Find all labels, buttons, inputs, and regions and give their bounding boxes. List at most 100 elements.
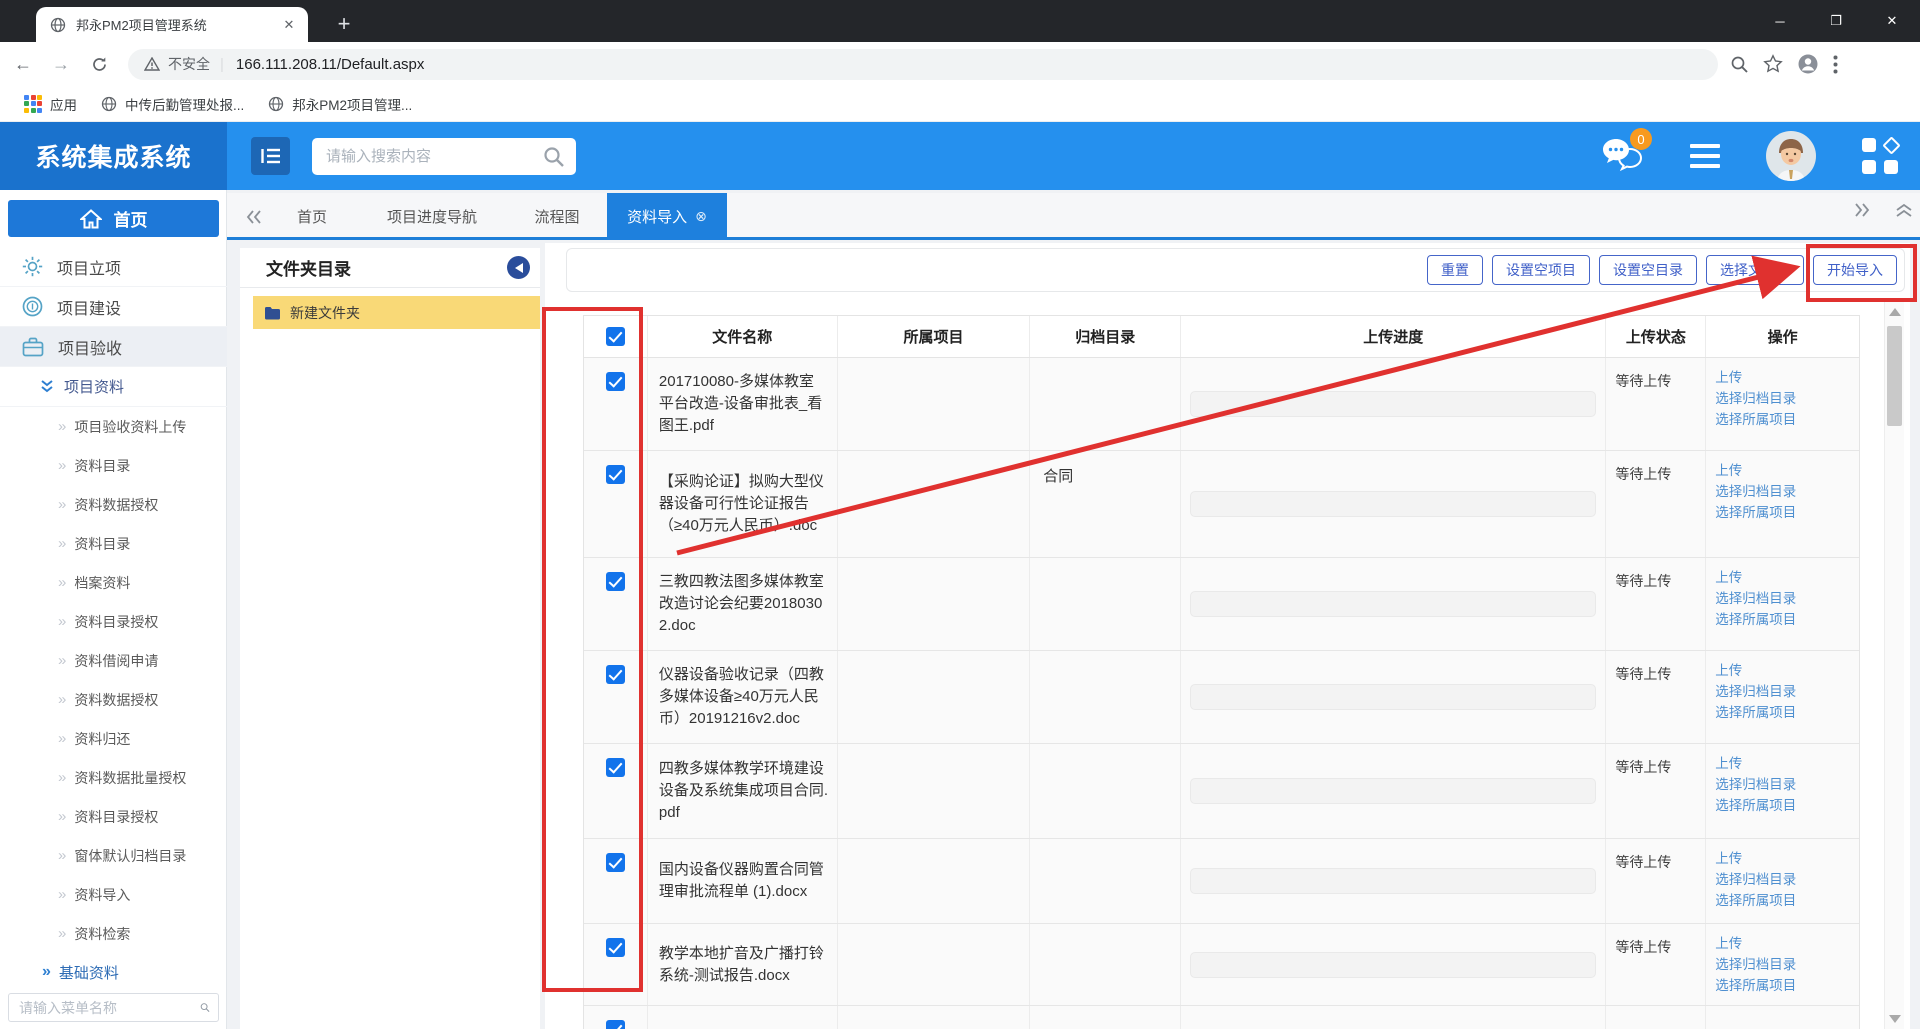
search-icon[interactable] [542, 145, 566, 169]
upload-link[interactable]: 上传 [1715, 755, 1859, 773]
scroll-up-arrow-icon[interactable] [1889, 308, 1901, 316]
sidebar-sub-item[interactable]: »资料归还 [0, 719, 227, 758]
choose-archive-dir-link[interactable]: 选择归档目录 [1715, 683, 1859, 701]
select-all-checkbox[interactable] [606, 327, 625, 346]
bookmark-star-icon[interactable] [1763, 54, 1783, 74]
zoom-icon[interactable] [1730, 55, 1749, 74]
back-icon[interactable]: ← [8, 49, 38, 79]
choose-archive-dir-link[interactable]: 选择归档目录 [1715, 483, 1859, 501]
refresh-icon[interactable] [84, 49, 114, 79]
collapse-up-icon[interactable] [1896, 203, 1912, 217]
row-checkbox[interactable] [606, 665, 625, 684]
sidebar-sub-item[interactable]: »窗体默认归档目录 [0, 836, 227, 875]
choose-project-link[interactable]: 选择所属项目 [1715, 704, 1859, 722]
search-icon[interactable] [200, 999, 210, 1016]
choose-archive-dir-link[interactable]: 选择归档目录 [1715, 590, 1859, 608]
sidebar-sub-item[interactable]: »资料借阅申请 [0, 641, 227, 680]
set-empty-directory-button[interactable]: 设置空目录 [1599, 255, 1697, 285]
user-avatar[interactable] [1766, 131, 1816, 181]
chevron-double-right-icon: » [58, 847, 64, 864]
bookmark-item[interactable]: 邦永PM2项目管理... [268, 94, 412, 114]
tabs-scroll-left-icon[interactable] [239, 203, 269, 231]
sidebar-item-project-initiation[interactable]: 项目立项 [0, 247, 227, 287]
sidebar-sub-item[interactable]: »资料目录 [0, 524, 227, 563]
sidebar-item-project-acceptance[interactable]: 项目验收 [0, 327, 227, 367]
messages-button[interactable]: 0 [1600, 136, 1644, 176]
project-cell [838, 1006, 1031, 1029]
sidebar-sub-item[interactable]: »资料目录授权 [0, 797, 227, 836]
tab-home[interactable]: 首页 [267, 193, 357, 240]
new-tab-button[interactable]: + [330, 10, 358, 38]
tab-material-import[interactable]: 资料导入 ⊗ [607, 193, 727, 240]
choose-archive-dir-link[interactable]: 选择归档目录 [1715, 871, 1859, 889]
minimize-button[interactable]: ─ [1752, 0, 1808, 42]
bookmark-apps[interactable]: 应用 [24, 94, 77, 114]
sidebar-sub-item[interactable]: »资料数据批量授权 [0, 758, 227, 797]
address-bar[interactable]: 不安全 | 166.111.208.11/Default.aspx [128, 49, 1718, 80]
browser-tab[interactable]: 邦永PM2项目管理系统 ✕ [36, 7, 308, 42]
maximize-button[interactable]: ❐ [1808, 0, 1864, 42]
forward-icon[interactable]: → [46, 49, 76, 79]
row-checkbox[interactable] [606, 465, 625, 484]
sidebar-sub-item[interactable]: »项目验收资料上传 [0, 407, 227, 446]
row-checkbox[interactable] [606, 758, 625, 777]
sidebar-sub-item[interactable]: »资料目录 [0, 446, 227, 485]
choose-archive-dir-link[interactable]: 选择归档目录 [1715, 390, 1859, 408]
choose-archive-dir-link[interactable]: 选择归档目录 [1715, 956, 1859, 974]
row-checkbox[interactable] [606, 853, 625, 872]
bookmark-item[interactable]: 中传后勤管理处报... [101, 94, 244, 114]
sidebar-sub-item[interactable]: »资料导入 [0, 875, 227, 914]
global-search-input[interactable] [326, 148, 542, 165]
choose-project-link[interactable]: 选择所属项目 [1715, 892, 1859, 910]
choose-project-link[interactable]: 选择所属项目 [1715, 611, 1859, 629]
scrollbar-thumb[interactable] [1887, 326, 1902, 426]
folder-name: 新建文件夹 [290, 303, 360, 323]
tab-close-icon[interactable]: ✕ [280, 16, 298, 34]
row-checkbox[interactable] [606, 572, 625, 591]
row-checkbox[interactable] [606, 938, 625, 957]
upload-link[interactable]: 上传 [1715, 462, 1859, 480]
upload-link[interactable]: 上传 [1715, 850, 1859, 868]
folder-tree-item[interactable]: 新建文件夹 [253, 296, 540, 329]
menu-search-input[interactable] [19, 1000, 200, 1016]
upload-link[interactable]: 上传 [1715, 935, 1859, 953]
row-checkbox[interactable] [606, 1020, 625, 1029]
upload-link[interactable]: 上传 [1715, 662, 1859, 680]
sidebar-toggle-button[interactable] [251, 137, 290, 175]
tab-close-icon[interactable]: ⊗ [695, 208, 707, 225]
chevron-double-right-icon: » [58, 457, 64, 474]
tab-project-progress-nav[interactable]: 项目进度导航 [357, 193, 507, 240]
choose-project-link[interactable]: 选择所属项目 [1715, 504, 1859, 522]
start-import-button[interactable]: 开始导入 [1813, 255, 1897, 285]
vertical-scrollbar[interactable] [1884, 300, 1904, 1029]
profile-icon[interactable] [1797, 53, 1819, 75]
reset-button[interactable]: 重置 [1427, 255, 1483, 285]
sidebar-sub-item[interactable]: »档案资料 [0, 563, 227, 602]
choose-project-link[interactable]: 选择所属项目 [1715, 411, 1859, 429]
choose-project-link[interactable]: 选择所属项目 [1715, 977, 1859, 995]
sidebar-group-project-materials[interactable]: 项目资料 [0, 367, 227, 407]
upload-link[interactable]: 上传 [1715, 369, 1859, 387]
row-checkbox[interactable] [606, 372, 625, 391]
tabs-scroll-right-icon[interactable] [1854, 203, 1870, 217]
choose-project-link[interactable]: 选择所属项目 [1715, 797, 1859, 815]
tab-flowchart[interactable]: 流程图 [507, 193, 607, 240]
sidebar-sub-item[interactable]: »资料检索 [0, 914, 227, 953]
scroll-down-arrow-icon[interactable] [1889, 1015, 1901, 1023]
sidebar-item-home[interactable]: 首页 [8, 200, 219, 237]
close-button[interactable]: ✕ [1864, 0, 1920, 42]
sidebar-sub-item[interactable]: »资料数据授权 [0, 485, 227, 524]
choose-archive-dir-link[interactable]: 选择归档目录 [1715, 776, 1859, 794]
sidebar-sub-item[interactable]: »资料数据授权 [0, 680, 227, 719]
upload-link[interactable]: 上传 [1715, 569, 1859, 587]
sidebar-sub-item[interactable]: »资料目录授权 [0, 602, 227, 641]
sidebar-item-base-materials[interactable]: » 基础资料 [0, 953, 227, 991]
choose-folder-button[interactable]: 选择文件夹 [1706, 255, 1804, 285]
kebab-menu-icon[interactable] [1833, 55, 1838, 74]
sidebar-item-project-construction[interactable]: 项目建设 [0, 287, 227, 327]
set-empty-project-button[interactable]: 设置空项目 [1492, 255, 1590, 285]
panel-collapse-button[interactable] [507, 256, 530, 279]
apps-launcher-icon[interactable] [1862, 138, 1898, 174]
hamburger-menu-icon[interactable] [1690, 144, 1720, 168]
column-header-status: 上传状态 [1606, 316, 1706, 357]
